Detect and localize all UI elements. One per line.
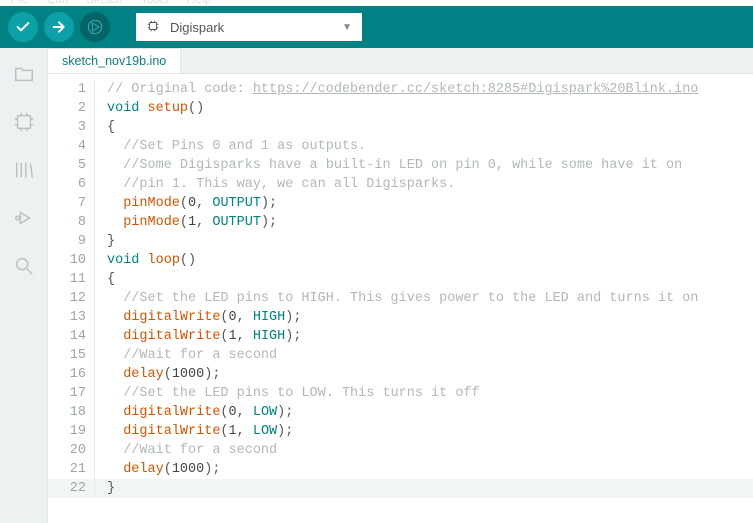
line-number: 6 (48, 175, 94, 194)
line-number: 1 (48, 80, 94, 99)
arrow-right-icon (51, 19, 67, 35)
code-line[interactable]: 14 digitalWrite(1, HIGH); (48, 327, 753, 346)
board-manager-icon[interactable] (12, 110, 36, 134)
line-number: 3 (48, 118, 94, 137)
line-number: 13 (48, 308, 94, 327)
check-icon (15, 19, 31, 35)
code-line[interactable]: 7 pinMode(0, OUTPUT); (48, 194, 753, 213)
toolbar: Digispark ▼ (0, 6, 753, 48)
code-line[interactable]: 21 delay(1000); (48, 460, 753, 479)
menu-file[interactable]: File (10, 0, 29, 6)
code-line[interactable]: 13 digitalWrite(0, HIGH); (48, 308, 753, 327)
code-line[interactable]: 18 digitalWrite(0, LOW); (48, 403, 753, 422)
line-number: 7 (48, 194, 94, 213)
code-line[interactable]: 17 //Set the LED pins to LOW. This turns… (48, 384, 753, 403)
code-line[interactable]: 20 //Wait for a second (48, 441, 753, 460)
line-number: 19 (48, 422, 94, 441)
code-line[interactable]: 2void setup() (48, 99, 753, 118)
menu-help[interactable]: Help (187, 0, 212, 6)
code-line[interactable]: 6 //pin 1. This way, we can all Digispar… (48, 175, 753, 194)
line-number: 21 (48, 460, 94, 479)
line-number: 5 (48, 156, 94, 175)
chevron-down-icon: ▼ (342, 22, 352, 33)
code-editor[interactable]: 1// Original code: https://codebender.cc… (48, 74, 753, 523)
code-line[interactable]: 3{ (48, 118, 753, 137)
menu-sketch[interactable]: Sketch (86, 0, 123, 6)
line-number: 17 (48, 384, 94, 403)
tab-file[interactable]: sketch_nov19b.ino (48, 48, 181, 73)
library-manager-icon[interactable] (12, 158, 36, 182)
code-line[interactable]: 4 //Set Pins 0 and 1 as outputs. (48, 137, 753, 156)
line-number: 2 (48, 99, 94, 118)
code-line[interactable]: 12 //Set the LED pins to HIGH. This give… (48, 289, 753, 308)
code-line[interactable]: 16 delay(1000); (48, 365, 753, 384)
verify-button[interactable] (8, 12, 38, 42)
line-number: 20 (48, 441, 94, 460)
folder-icon[interactable] (12, 62, 36, 86)
chip-icon (146, 19, 160, 36)
debug-button[interactable] (80, 12, 110, 42)
board-selector[interactable]: Digispark ▼ (136, 13, 362, 41)
line-number: 16 (48, 365, 94, 384)
menu-tools[interactable]: Tools (141, 0, 169, 6)
board-name: Digispark (170, 20, 332, 35)
code-line[interactable]: 9} (48, 232, 753, 251)
code-line[interactable]: 1// Original code: https://codebender.cc… (48, 80, 753, 99)
code-line[interactable]: 19 digitalWrite(1, LOW); (48, 422, 753, 441)
menubar[interactable]: File Edit Sketch Tools Help (0, 0, 753, 6)
upload-button[interactable] (44, 12, 74, 42)
search-icon[interactable] (12, 254, 36, 278)
tabbar: sketch_nov19b.ino (48, 48, 753, 74)
menu-edit[interactable]: Edit (47, 0, 68, 6)
line-number: 8 (48, 213, 94, 232)
line-number: 15 (48, 346, 94, 365)
code-line[interactable]: 5 //Some Digisparks have a built-in LED … (48, 156, 753, 175)
line-number: 18 (48, 403, 94, 422)
play-debug-icon (87, 19, 103, 35)
code-line[interactable]: 11{ (48, 270, 753, 289)
left-sidebar (0, 48, 48, 523)
code-line[interactable]: 10void loop() (48, 251, 753, 270)
line-number: 10 (48, 251, 94, 270)
line-number: 14 (48, 327, 94, 346)
debug-icon[interactable] (12, 206, 36, 230)
code-line[interactable]: 22} (48, 479, 753, 498)
code-line[interactable]: 8 pinMode(1, OUTPUT); (48, 213, 753, 232)
code-line[interactable]: 15 //Wait for a second (48, 346, 753, 365)
line-number: 12 (48, 289, 94, 308)
line-number: 22 (48, 479, 94, 498)
line-number: 11 (48, 270, 94, 289)
line-number: 4 (48, 137, 94, 156)
line-number: 9 (48, 232, 94, 251)
tab-filename: sketch_nov19b.ino (62, 54, 166, 68)
